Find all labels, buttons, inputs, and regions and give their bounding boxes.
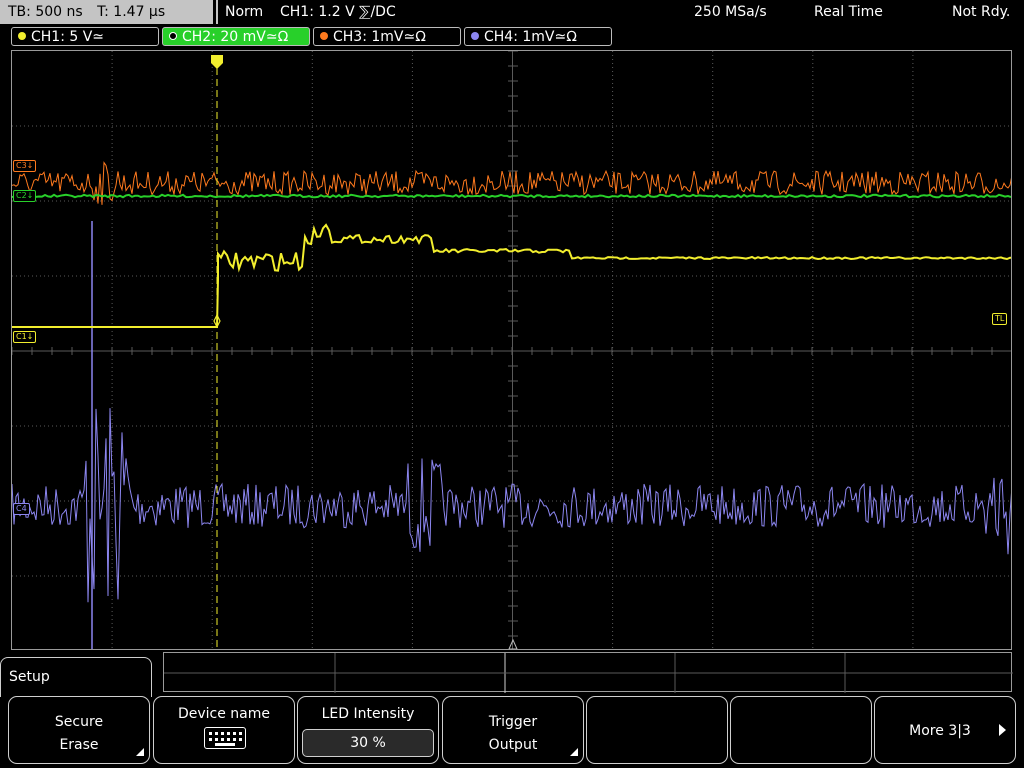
ch1-dot-icon [18,32,26,40]
trigger-info[interactable]: CH1: 1.2 V ⅀/DC [280,0,396,24]
channel-label: CH2: 20 mV≃Ω [182,29,289,45]
softkey-label: More 3|3 [909,723,971,739]
device-name-button[interactable]: Device name [153,696,295,764]
empty-softkey-6[interactable] [730,696,872,764]
menu-title: Setup [0,657,152,697]
ch3-offset-marker[interactable]: C3↓ [13,160,37,172]
channel-tab-ch1[interactable]: CH1: 5 V≃ [11,27,159,46]
acquisition-state: Not Rdy. [952,4,1011,20]
led-intensity-button[interactable]: LED Intensity 30 % [297,696,439,764]
trigger-position-icon[interactable] [211,55,223,69]
trigger-output-button[interactable]: Trigger Output [442,696,584,764]
channel-label: CH4: 1mV≃Ω [484,29,577,45]
trigger-level-marker[interactable]: TL [992,313,1008,325]
softkey-label: LED Intensity [321,706,415,722]
overview-grid [164,653,1013,693]
ch2-trace [12,193,1011,199]
softkey-label: Secure [54,714,104,730]
acquisition-mode: Real Time [814,4,883,20]
softkey-label: Device name [177,706,271,722]
sample-rate: 250 MSa/s [694,4,767,20]
trigger-mode[interactable]: Norm [225,0,263,24]
waveform-canvas [12,51,1011,649]
timebase-box[interactable]: TB: 500 ns T: 1.47 µs [0,0,213,24]
ch4-dot-icon [471,32,479,40]
softkey-label: Output [488,737,538,753]
submenu-corner-icon [570,748,578,756]
empty-softkey-5[interactable] [586,696,728,764]
status-divider [216,0,218,24]
more-button[interactable]: More 3|3 [874,696,1016,764]
ch1-offset-marker[interactable]: C1↓ [13,331,37,343]
arrow-right-icon [999,724,1006,736]
channel-label: CH3: 1mV≃Ω [333,29,426,45]
softkey-label: Erase [59,737,99,753]
submenu-corner-icon [136,748,144,756]
status-bar: TB: 500 ns T: 1.47 µs Norm CH1: 1.2 V ⅀/… [0,0,1024,24]
overview-strip [163,652,1013,693]
ch2-offset-marker[interactable]: C2↓ [13,190,37,202]
ch3-dot-icon [320,32,328,40]
ch2-dot-icon [169,32,177,40]
softkey-label: Trigger [488,714,538,730]
led-intensity-value[interactable]: 30 % [302,729,434,757]
channel-tab-ch4[interactable]: CH4: 1mV≃Ω [464,27,612,46]
channel-tab-ch3[interactable]: CH3: 1mV≃Ω [313,27,461,46]
timebase-value: TB: 500 ns [8,4,83,20]
trigger-time-value: T: 1.47 µs [97,4,166,20]
graticule [12,51,1011,649]
channel-tab-ch2[interactable]: CH2: 20 mV≃Ω [162,27,310,46]
ch4-offset-marker[interactable]: C4 [13,503,30,515]
secure-erase-button[interactable]: Secure Erase [8,696,150,764]
channel-label: CH1: 5 V≃ [31,29,105,45]
keyboard-icon [204,727,246,749]
waveform-display[interactable]: C3↓ C2↓ C1↓ C4 TL [11,50,1012,650]
